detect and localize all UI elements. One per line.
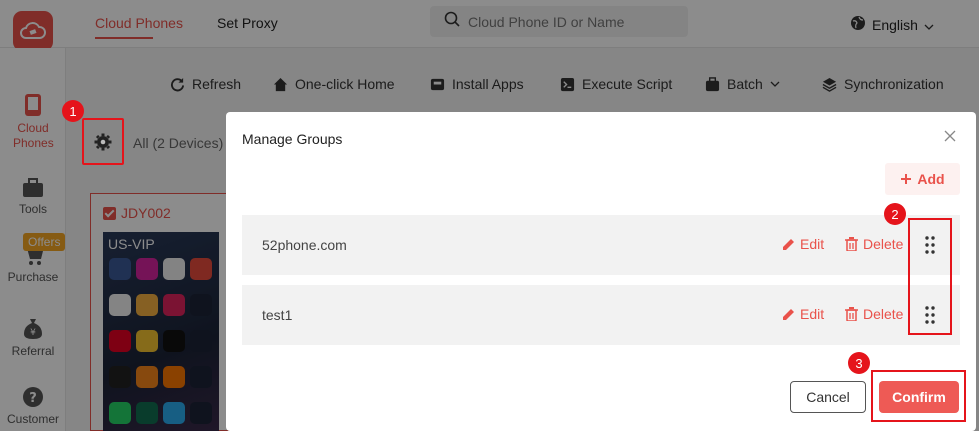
trash-icon xyxy=(845,307,858,321)
step-badge-2: 2 xyxy=(884,203,906,225)
edit-label: Edit xyxy=(800,306,825,322)
edit-label: Edit xyxy=(800,236,825,252)
edit-group-button[interactable]: Edit xyxy=(782,236,824,252)
modal-title: Manage Groups xyxy=(242,131,343,147)
group-name: test1 xyxy=(262,307,293,323)
delete-group-button[interactable]: Delete xyxy=(845,306,903,322)
delete-group-button[interactable]: Delete xyxy=(845,236,903,252)
close-button[interactable] xyxy=(940,126,960,146)
group-row: 52phone.com Edit Delete xyxy=(242,215,960,275)
drag-handles-highlight xyxy=(908,218,952,335)
delete-label: Delete xyxy=(863,236,904,252)
confirm-highlight xyxy=(871,370,966,422)
add-group-button[interactable]: Add xyxy=(885,163,960,195)
plus-icon xyxy=(901,174,912,184)
add-group-label: Add xyxy=(917,171,945,187)
step-badge-3: 3 xyxy=(848,352,870,374)
cancel-button[interactable]: Cancel xyxy=(790,381,866,413)
gear-icon xyxy=(94,133,112,150)
edit-group-button[interactable]: Edit xyxy=(782,306,824,322)
group-row: test1 Edit Delete xyxy=(242,285,960,345)
manage-groups-modal: Manage Groups Add 52phone.com Edit Delet… xyxy=(226,112,976,431)
step-badge-1: 1 xyxy=(62,100,84,122)
edit-icon xyxy=(783,308,794,320)
group-name: 52phone.com xyxy=(262,237,347,253)
trash-icon xyxy=(845,237,858,251)
manage-groups-gear-button[interactable] xyxy=(82,118,124,165)
edit-icon xyxy=(783,238,794,250)
close-icon xyxy=(944,130,956,142)
delete-label: Delete xyxy=(863,306,904,322)
